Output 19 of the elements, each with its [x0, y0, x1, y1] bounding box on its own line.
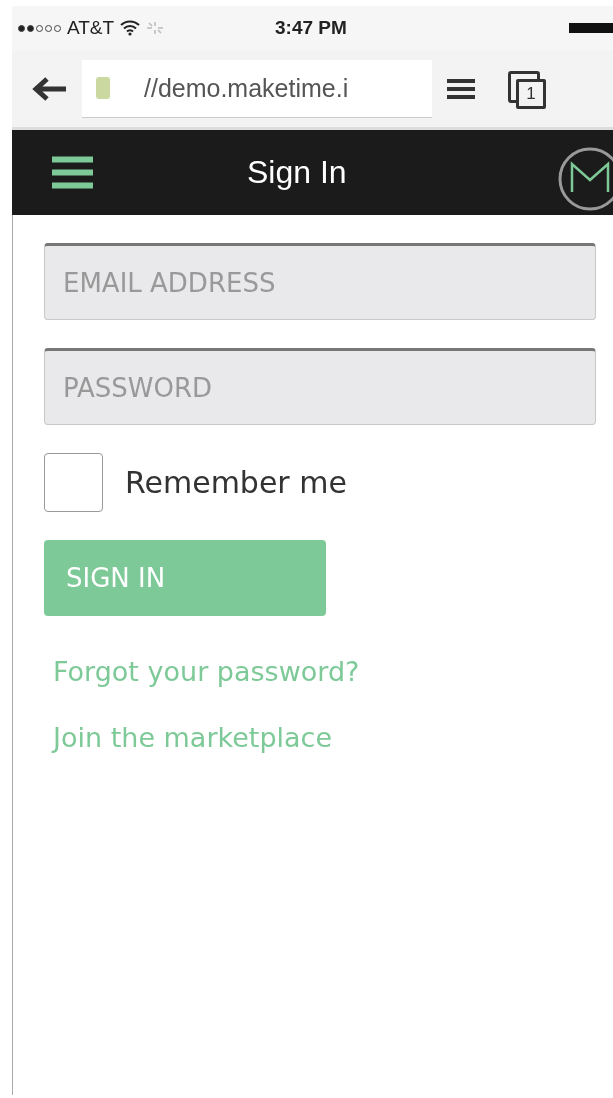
- text-field[interactable]: PASSWORD: [44, 348, 596, 425]
- wifi-icon: [120, 20, 141, 36]
- lock-icon: [96, 77, 110, 99]
- text-link[interactable]: Forgot your password?: [53, 656, 360, 687]
- text-field[interactable]: EMAIL ADDRESS: [44, 243, 596, 320]
- clock-time: 3:47 PM: [275, 17, 347, 39]
- text-link[interactable]: Join the marketplace: [53, 722, 333, 753]
- logo-icon[interactable]: [557, 146, 613, 212]
- page-title: Sign In: [247, 154, 347, 191]
- checkbox[interactable]: [44, 453, 103, 512]
- checkbox-label: Remember me: [125, 465, 347, 500]
- sign-in-button[interactable]: SIGN IN: [44, 540, 326, 616]
- menu-icon[interactable]: [52, 156, 93, 189]
- carrier-name: AT&T: [67, 17, 115, 39]
- battery-icon: [569, 23, 613, 33]
- address-field[interactable]: //demo.maketime.i: [82, 59, 432, 118]
- menu-icon[interactable]: [446, 77, 476, 100]
- back-arrow-icon[interactable]: [32, 75, 68, 102]
- loading-icon: [146, 21, 165, 35]
